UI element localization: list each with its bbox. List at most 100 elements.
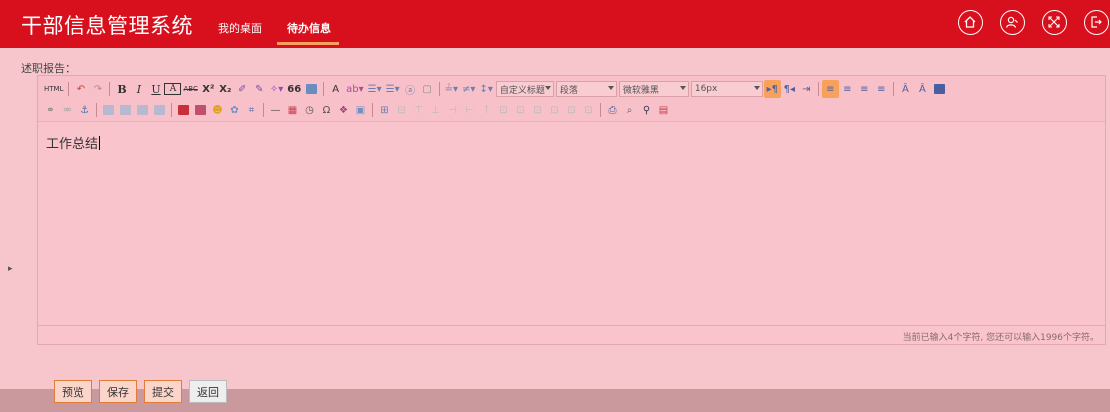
align-justify-icon[interactable]: ≡ (873, 80, 890, 98)
preview-button[interactable]: 预览 (54, 380, 92, 403)
emotion-icon[interactable]: ☻ (209, 101, 226, 119)
background-icon[interactable]: ▣ (352, 101, 369, 119)
underline-button[interactable]: U (147, 80, 164, 98)
ltr-direction-icon[interactable]: ▸¶ (763, 80, 781, 98)
font-border-button[interactable]: A (164, 83, 182, 95)
rich-text-editor: HTML ↶ ↷ B I U A ABC X² X₂ ✐ ✎ ✧▾ 66 A a… (37, 75, 1106, 345)
image-none-icon[interactable] (103, 105, 114, 115)
align-right-icon[interactable]: ≡ (856, 80, 873, 98)
toolbar-separator (109, 82, 111, 96)
draft-icon[interactable]: ▤ (655, 101, 672, 119)
chevron-down-icon (607, 86, 614, 90)
toolbar-separator (438, 82, 440, 96)
print-icon[interactable]: ⎙ (604, 101, 621, 119)
format-match-icon[interactable]: ✐ (234, 80, 251, 98)
template-icon[interactable]: ❖ (335, 101, 352, 119)
insert-paragraph-icon[interactable]: ⊤ (410, 101, 427, 119)
background-color-icon[interactable]: ab▾ (344, 80, 366, 98)
font-family-select-value: 微软雅黑 (622, 85, 659, 96)
italic-button[interactable]: I (130, 80, 147, 98)
insert-row-icon[interactable]: ⊥ (427, 101, 444, 119)
toolbar-separator (68, 82, 70, 96)
clear-doc-icon[interactable]: ▢ (419, 80, 436, 98)
eraser-icon[interactable]: ✎ (251, 80, 268, 98)
redo-icon[interactable]: ↷ (89, 80, 106, 98)
insert-table-icon[interactable]: ⊞ (376, 101, 393, 119)
font-size-select[interactable]: 16px (690, 81, 763, 97)
paragraph-select[interactable]: 段落 (555, 81, 617, 97)
unordered-list-icon[interactable]: ☰▾ (384, 80, 402, 98)
font-size-select-value: 16px (694, 84, 718, 94)
merge-cells-icon[interactable]: ⊡ (495, 101, 512, 119)
toolbar-separator (263, 103, 264, 117)
simple-upload-icon[interactable] (178, 105, 189, 115)
anchor-icon[interactable]: ⚓ (76, 101, 93, 119)
search-replace-icon[interactable]: ⚲ (638, 101, 655, 119)
auto-format-icon[interactable]: ✧▾ (268, 80, 285, 98)
insert-col-icon[interactable]: ⊢ (461, 101, 478, 119)
code-icon[interactable]: ⌗ (243, 101, 260, 119)
font-family-select[interactable]: 微软雅黑 (618, 81, 689, 97)
insert-image-icon[interactable] (195, 105, 206, 115)
row-spacing-bottom-icon[interactable]: ≠▾ (460, 80, 477, 98)
report-field-label: 述职报告： (21, 62, 76, 75)
align-center-icon[interactable]: ≡ (839, 80, 856, 98)
nav-my-desktop[interactable]: 我的桌面 (218, 20, 262, 36)
chevron-down-icon (753, 86, 760, 90)
delete-table-icon[interactable]: ⊟ (393, 101, 410, 119)
unlink-icon[interactable]: ⚮ (59, 101, 76, 119)
link-icon[interactable]: ⚭ (42, 101, 59, 119)
editor-toolbar: HTML ↶ ↷ B I U A ABC X² X₂ ✐ ✎ ✧▾ 66 A a… (38, 76, 1105, 122)
scrawl-icon[interactable]: ✿ (226, 101, 243, 119)
text-caret (99, 136, 101, 150)
time-icon[interactable]: ◷ (301, 101, 318, 119)
lowercase-icon[interactable]: Â (914, 80, 931, 98)
delete-row-icon[interactable]: ⊣ (444, 101, 461, 119)
delete-col-icon[interactable]: ⊺ (478, 101, 495, 119)
home-icon[interactable] (958, 10, 983, 35)
image-left-icon[interactable] (120, 105, 131, 115)
split-rows-icon[interactable]: ⊡ (563, 101, 580, 119)
logout-icon[interactable] (1084, 10, 1109, 35)
subscript-button[interactable]: X₂ (217, 80, 234, 98)
horizontal-rule-icon[interactable]: — (267, 101, 284, 119)
superscript-button[interactable]: X² (200, 80, 217, 98)
fullscreen-editor-icon[interactable] (933, 84, 945, 94)
fullscreen-icon[interactable] (1042, 10, 1067, 35)
select-all-icon[interactable]: ⓐ (402, 80, 419, 98)
chevron-down-icon (544, 86, 551, 90)
user-switch-icon[interactable] (1000, 10, 1025, 35)
preview-icon[interactable]: ⌕ (621, 101, 638, 119)
date-icon[interactable]: ▦ (284, 101, 301, 119)
undo-icon[interactable]: ↶ (72, 80, 89, 98)
nav-todo-info[interactable]: 待办信息 (287, 20, 331, 36)
custom-title-select[interactable]: 自定义标题 (495, 81, 554, 97)
image-center-icon[interactable] (154, 105, 165, 115)
line-height-icon[interactable]: ↕▾ (477, 80, 494, 98)
row-spacing-top-icon[interactable]: ≟▾ (443, 80, 460, 98)
html-source-button[interactable]: HTML (42, 80, 65, 98)
bold-button[interactable]: B (113, 80, 130, 98)
strikethrough-button[interactable]: ABC (181, 80, 199, 98)
merge-right-icon[interactable]: ⊡ (512, 101, 529, 119)
image-right-icon[interactable] (137, 105, 148, 115)
font-color-button[interactable]: A (327, 80, 344, 98)
rtl-direction-icon[interactable]: ¶◂ (781, 80, 798, 98)
save-button[interactable]: 保存 (99, 380, 137, 403)
app-header: 干部信息管理系统 我的桌面 待办信息 (0, 0, 1110, 48)
blockquote-button[interactable]: 66 (285, 80, 303, 98)
toolbar-separator (600, 103, 601, 117)
special-char-icon[interactable]: Ω (318, 101, 335, 119)
sidebar-expand-icon[interactable]: ▸ (8, 264, 13, 274)
merge-down-icon[interactable]: ⊡ (529, 101, 546, 119)
indent-icon[interactable]: ⇥ (798, 80, 815, 98)
paste-plain-icon[interactable] (306, 84, 318, 94)
back-button[interactable]: 返回 (189, 380, 227, 403)
align-left-icon[interactable]: ≡ (821, 80, 839, 98)
split-cols-icon[interactable]: ⊡ (580, 101, 597, 119)
uppercase-icon[interactable]: Â (897, 80, 914, 98)
ordered-list-icon[interactable]: ☰▾ (366, 80, 384, 98)
split-cells-icon[interactable]: ⊡ (546, 101, 563, 119)
editor-content-area[interactable]: 工作总结 (38, 122, 1105, 327)
submit-button[interactable]: 提交 (144, 380, 182, 403)
